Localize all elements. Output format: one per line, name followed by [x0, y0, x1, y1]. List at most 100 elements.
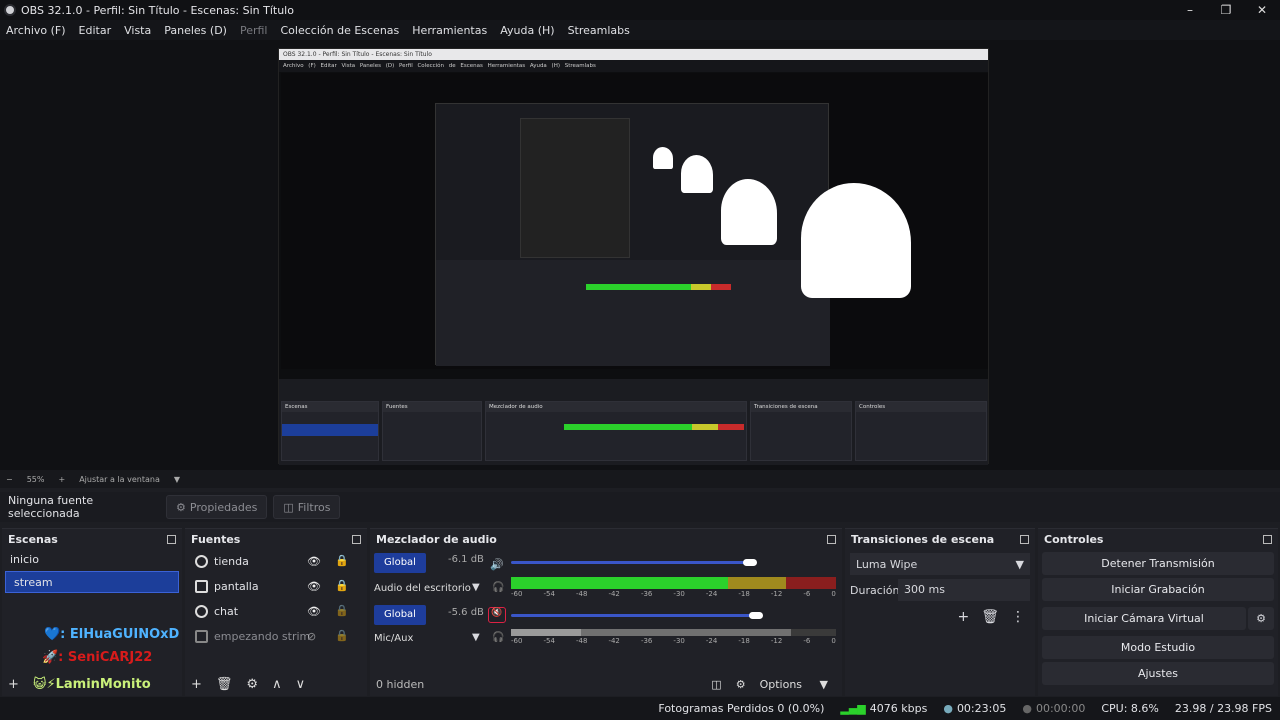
start-virtual-camera-button[interactable]: Iniciar Cámara Virtual [1042, 607, 1246, 630]
duration-input[interactable]: 300 ms [898, 579, 1030, 601]
menu-perfil[interactable]: Perfil [240, 24, 268, 37]
scenes-title: Escenas [8, 532, 58, 546]
stream-icon: ● [943, 702, 953, 715]
nested-menu: Archivo (F) Editar Vista Paneles (D) Per… [279, 60, 988, 72]
hidden-count: 0 hidden [376, 677, 425, 691]
eye-hidden-icon[interactable]: ⊘ [307, 630, 316, 643]
gear-icon[interactable]: ⚙ [246, 677, 258, 692]
undock-icon[interactable] [1263, 534, 1272, 544]
zoom-out-button[interactable]: − [6, 475, 13, 484]
eye-icon[interactable]: 👁 [307, 555, 321, 568]
controls-dock: Controles Detener Transmisión Iniciar Gr… [1038, 528, 1278, 696]
duration-label: Duración [850, 583, 900, 597]
add-source-button[interactable]: + [191, 677, 202, 692]
undock-icon[interactable] [1020, 534, 1029, 544]
zoom-fit-select[interactable]: Ajustar a la ventana [79, 475, 160, 484]
no-source-label: Ninguna fuente seleccionada [8, 494, 94, 520]
add-scene-button[interactable]: + [8, 677, 19, 692]
menu-vista[interactable]: Vista [124, 24, 151, 37]
speaker-muted-icon[interactable]: 🔇 [488, 607, 506, 623]
undock-icon[interactable] [827, 534, 836, 544]
minimize-button[interactable]: – [1172, 0, 1208, 20]
source-row-pantalla[interactable]: pantalla 👁 🔒 [185, 574, 367, 599]
scene-item-inicio[interactable]: inicio [2, 549, 182, 571]
arrow-up-icon[interactable]: ∧ [272, 677, 282, 692]
undock-icon[interactable] [167, 534, 176, 544]
studio-mode-button[interactable]: Modo Estudio [1042, 636, 1274, 659]
gear-icon[interactable]: ⚙ [1248, 607, 1274, 630]
status-bar: Fotogramas Perdidos 0 (0.0%) ▂▄▆ 4076 kb… [0, 697, 1280, 720]
volume-slider-mic[interactable] [511, 614, 756, 617]
sources-title: Fuentes [191, 532, 241, 546]
menu-archivo[interactable]: Archivo (F) [6, 24, 66, 37]
db-mic: -5.6 dB [448, 607, 484, 618]
source-row-tienda[interactable]: tienda 👁 🔒 [185, 549, 367, 574]
chevron-down-icon[interactable]: ▼ [472, 582, 480, 593]
source-row-chat[interactable]: chat 👁 🔒 [185, 599, 367, 624]
close-button[interactable]: ✕ [1244, 0, 1280, 20]
silhouette-3 [681, 155, 713, 193]
settings-button[interactable]: Ajustes [1042, 662, 1274, 685]
lock-icon[interactable]: 🔒 [335, 604, 349, 617]
meter-ticks-mic: -60 -54 -48 -42 -36 -30 -24 -18 -12 -6 0 [511, 637, 836, 645]
meter-mic [511, 629, 836, 636]
volume-knob-desktop[interactable] [743, 559, 757, 566]
lock-icon[interactable]: 🔒 [335, 579, 349, 592]
nested-docks: Escenas Fuentes Mezclador de audio Trans… [279, 379, 988, 465]
scene-item-stream[interactable]: stream [5, 571, 179, 593]
menu-coleccion[interactable]: Colección de Escenas [281, 24, 400, 37]
nested-transitions: Transiciones de escena [750, 401, 852, 461]
maximize-button[interactable]: ❐ [1208, 0, 1244, 20]
lock-icon[interactable]: 🔒 [335, 629, 349, 642]
audio-mixer-dock: Mezclador de audio Global -6.1 dB 🔊 Audi… [370, 528, 842, 696]
more-icon[interactable]: ⋮ [1011, 609, 1025, 625]
dropped-frames: Fotogramas Perdidos 0 (0.0%) [658, 702, 825, 715]
zoom-in-button[interactable]: + [58, 475, 65, 484]
layout-icon[interactable]: ◫ [711, 678, 721, 691]
menu-paneles[interactable]: Paneles (D) [164, 24, 227, 37]
start-recording-button[interactable]: Iniciar Grabación [1042, 578, 1274, 601]
silhouette-2 [721, 179, 777, 245]
stop-stream-button[interactable]: Detener Transmisión [1042, 552, 1274, 575]
lock-icon[interactable]: 🔒 [335, 554, 349, 567]
chevron-down-icon[interactable]: ▼ [472, 632, 480, 643]
signal-icon: ▂▄▆ [840, 702, 866, 715]
menu-editar[interactable]: Editar [79, 24, 112, 37]
menu-streamlabs[interactable]: Streamlabs [568, 24, 630, 37]
eye-icon[interactable]: 👁 [307, 605, 321, 618]
trash-icon[interactable]: 🗑 [216, 677, 233, 692]
undock-icon[interactable] [352, 534, 361, 544]
nested-scenes: Escenas [281, 401, 379, 461]
transition-select[interactable]: Luma Wipe ▼ [850, 553, 1030, 575]
globe-icon [195, 605, 208, 618]
link-icon[interactable]: ⚙ [736, 678, 746, 691]
filters-button[interactable]: ◫ Filtros [273, 495, 341, 519]
options-button[interactable]: Options ▼ [760, 678, 828, 691]
meter-desktop [511, 577, 836, 589]
global-button-mic[interactable]: Global [374, 605, 426, 625]
add-icon[interactable]: + [957, 609, 969, 625]
nested-controls: Controles [855, 401, 987, 461]
volume-slider-desktop[interactable] [511, 561, 756, 564]
source-row-empezando[interactable]: empezando strim ⊘ 🔒 [185, 624, 367, 649]
eye-icon[interactable]: 👁 [307, 580, 321, 593]
nested-obs-capture: OBS 32.1.0 - Perfil: Sin Título - Escena… [278, 48, 989, 465]
zoom-bar: − 55% + Ajustar a la ventana ▼ [0, 470, 1280, 488]
rec-time: 00:00:00 [1035, 702, 1086, 715]
menu-ayuda[interactable]: Ayuda (H) [500, 24, 554, 37]
zoom-value: 55% [26, 474, 45, 484]
headphones-icon[interactable]: 🎧 [492, 582, 504, 593]
volume-knob-mic[interactable] [749, 612, 763, 619]
headphones-icon[interactable]: 🎧 [492, 632, 504, 643]
arrow-down-icon[interactable]: ∨ [296, 677, 306, 692]
sources-dock: Fuentes tienda 👁 🔒 pantalla 👁 🔒 chat 👁 🔒 empez… [185, 528, 367, 696]
global-button-desktop[interactable]: Global [374, 553, 426, 573]
gear-icon: ⚙ [176, 500, 186, 514]
chevron-down-icon[interactable]: ▼ [174, 475, 180, 484]
menu-herramientas[interactable]: Herramientas [412, 24, 487, 37]
record-icon: ● [1022, 702, 1032, 715]
obs-logo-icon [4, 4, 16, 16]
trash-icon[interactable]: 🗑 [981, 609, 999, 625]
properties-button[interactable]: ⚙ Propiedades [166, 495, 268, 519]
speaker-icon[interactable]: 🔊 [490, 558, 504, 571]
